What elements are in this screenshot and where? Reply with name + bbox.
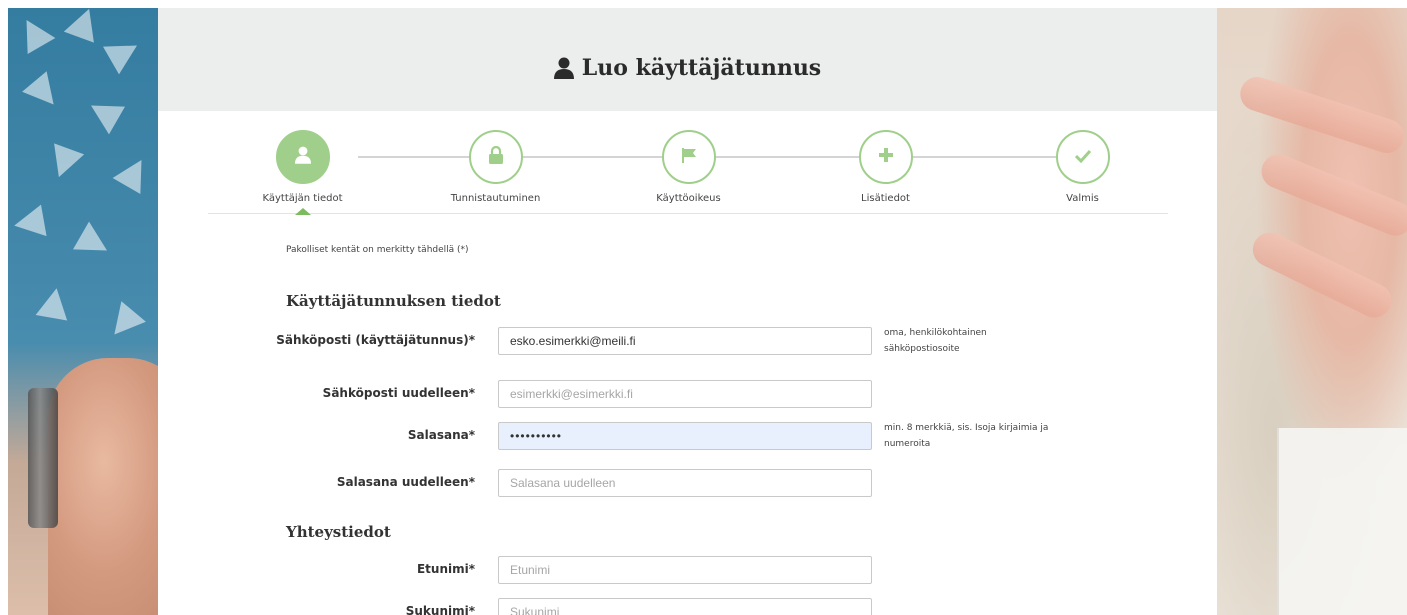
plus-icon [878, 147, 894, 167]
password-label: Salasana* [407, 428, 475, 442]
required-fields-note: Pakolliset kentät on merkitty tähdellä (… [286, 245, 469, 255]
background-image-left [8, 8, 158, 615]
step-label: Valmis [1066, 193, 1099, 204]
page-title: Luo käyttäjätunnus [553, 54, 822, 81]
email-repeat-field[interactable] [498, 380, 872, 408]
section-title-contact: Yhteystiedot [286, 523, 391, 541]
step-authentication[interactable]: Tunnistautuminen [426, 130, 566, 204]
step-circle [468, 130, 523, 184]
email-repeat-row: Sähköposti uudelleen* [158, 380, 1217, 410]
email-row: Sähköposti (käyttäjätunnus)* oma, henkil… [158, 327, 1217, 357]
step-circle [1055, 130, 1110, 184]
last-name-label: Sukunimi* [405, 604, 475, 615]
step-label: Käyttäjän tiedot [262, 193, 343, 204]
step-additional-info[interactable]: Lisätiedot [816, 130, 956, 204]
background-image-right [1217, 8, 1407, 615]
password-repeat-field[interactable] [498, 469, 872, 497]
last-name-field[interactable] [498, 598, 872, 615]
email-repeat-label: Sähköposti uudelleen* [322, 386, 475, 400]
registration-card: Luo käyttäjätunnus Käyttäjän tiedot Tunn… [158, 8, 1217, 615]
step-label: Käyttöoikeus [656, 193, 721, 204]
first-name-field[interactable] [498, 556, 872, 584]
first-name-row: Etunimi* [158, 556, 1217, 586]
password-repeat-label: Salasana uudelleen* [336, 475, 475, 489]
step-circle [858, 130, 913, 184]
step-access-rights[interactable]: Käyttöoikeus [619, 130, 759, 204]
step-label: Tunnistautuminen [450, 193, 541, 204]
password-repeat-row: Salasana uudelleen* [158, 469, 1217, 499]
first-name-label: Etunimi* [416, 562, 475, 576]
password-hint: min. 8 merkkiä, sis. Isoja kirjaimia ja … [884, 423, 1049, 449]
step-user-info[interactable]: Käyttäjän tiedot [233, 130, 373, 215]
card-header: Luo käyttäjätunnus [158, 8, 1217, 111]
last-name-row: Sukunimi* [158, 598, 1217, 615]
page-title-text: Luo käyttäjätunnus [581, 54, 822, 81]
user-icon [294, 146, 311, 168]
active-step-caret [294, 208, 311, 215]
progress-stepper: Käyttäjän tiedot Tunnistautuminen Käyttö… [207, 111, 1168, 215]
flag-icon [681, 147, 697, 167]
password-row: Salasana* min. 8 merkkiä, sis. Isoja kir… [158, 422, 1217, 452]
email-field[interactable] [498, 327, 872, 355]
section-title-account: Käyttäjätunnuksen tiedot [286, 292, 501, 310]
step-done[interactable]: Valmis [1013, 130, 1153, 204]
step-label: Lisätiedot [861, 193, 910, 204]
check-icon [1074, 148, 1091, 167]
step-circle [275, 130, 330, 184]
lock-icon [488, 145, 504, 168]
user-icon [553, 57, 574, 79]
step-circle [661, 130, 716, 184]
password-field[interactable] [498, 422, 872, 450]
email-label: Sähköposti (käyttäjätunnus)* [276, 333, 475, 347]
email-hint: oma, henkilökohtainen sähköpostiosoite [884, 328, 987, 354]
